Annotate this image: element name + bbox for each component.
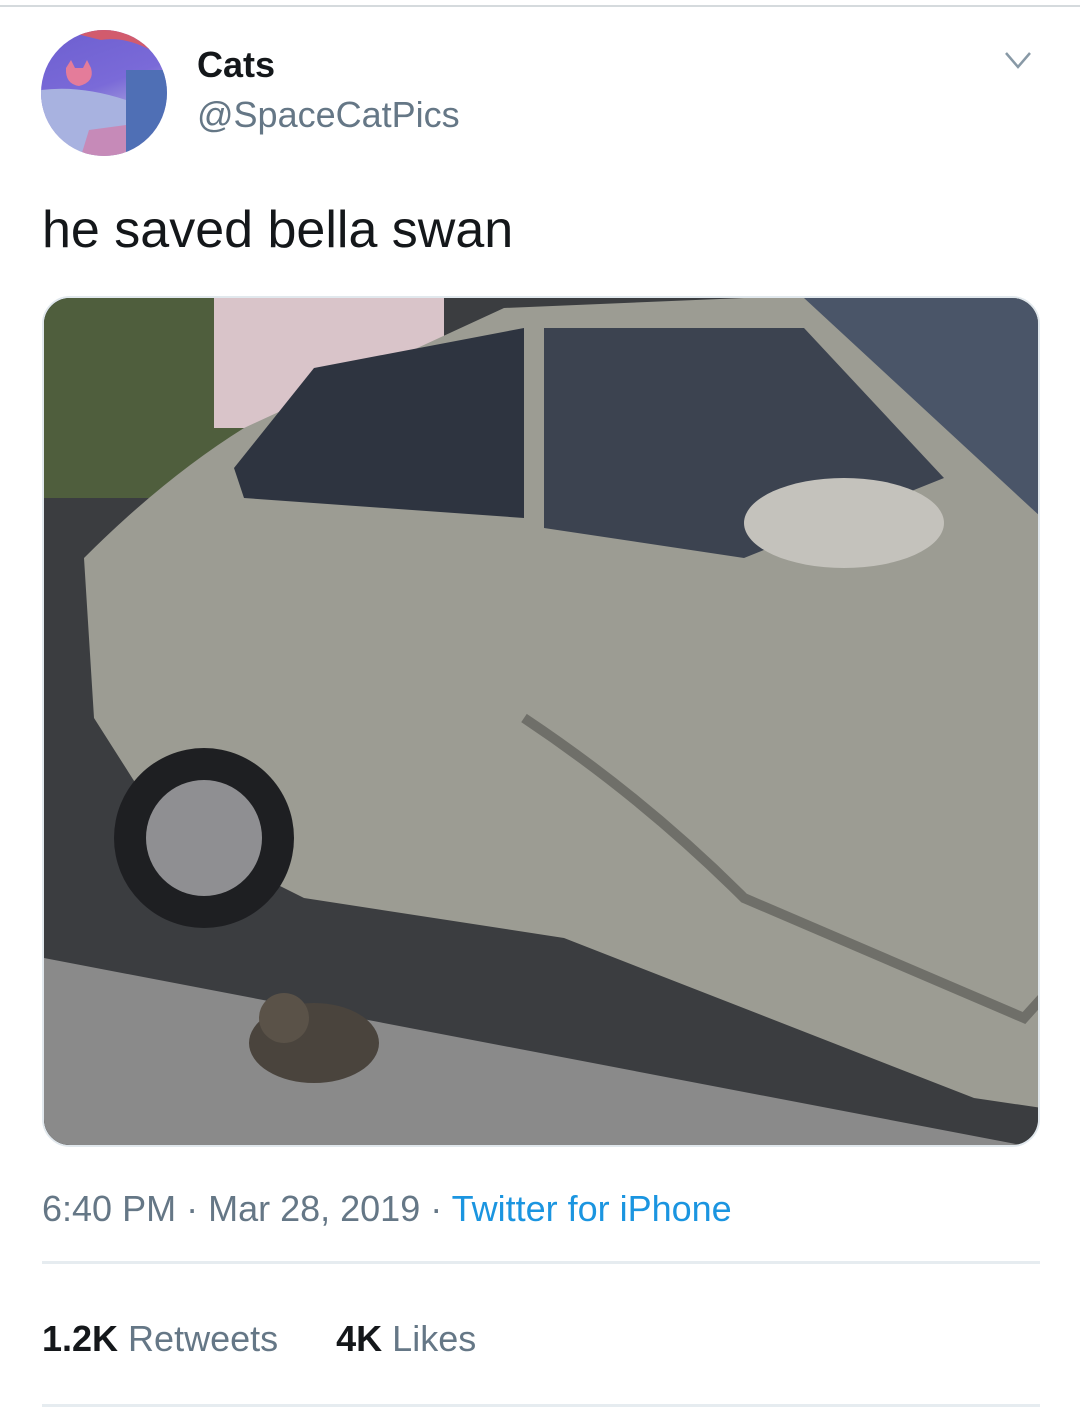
tweet-photo[interactable]	[42, 296, 1040, 1147]
retweets-label: Retweets	[118, 1318, 279, 1359]
divider	[42, 1404, 1040, 1407]
source-link[interactable]: Twitter for iPhone	[452, 1188, 732, 1229]
divider	[42, 1261, 1040, 1264]
tweet-text: he saved bella swan	[42, 201, 514, 259]
tweet-time: 6:40 PM	[42, 1188, 177, 1229]
car-photo	[44, 298, 1038, 1145]
retweets-stat[interactable]: 1.2K Retweets	[42, 1318, 278, 1359]
likes-label: Likes	[382, 1318, 477, 1359]
tweet-date[interactable]: Mar 28, 2019	[208, 1188, 420, 1229]
display-name[interactable]: Cats	[197, 44, 275, 86]
user-handle[interactable]: @SpaceCatPics	[197, 94, 460, 136]
top-divider	[0, 5, 1080, 7]
likes-count: 4K	[336, 1318, 383, 1359]
likes-stat[interactable]: 4K Likes	[336, 1318, 476, 1359]
retweets-count: 1.2K	[42, 1318, 119, 1359]
separator: ·	[176, 1188, 209, 1229]
avatar[interactable]	[41, 30, 167, 156]
tweet-meta: 6:40 PM · Mar 28, 2019 · Twitter for iPh…	[42, 1188, 732, 1230]
chevron-down-icon[interactable]	[1003, 48, 1033, 72]
separator: ·	[420, 1188, 452, 1229]
tweet-stats: 1.2K Retweets 4K Likes	[42, 1318, 476, 1360]
